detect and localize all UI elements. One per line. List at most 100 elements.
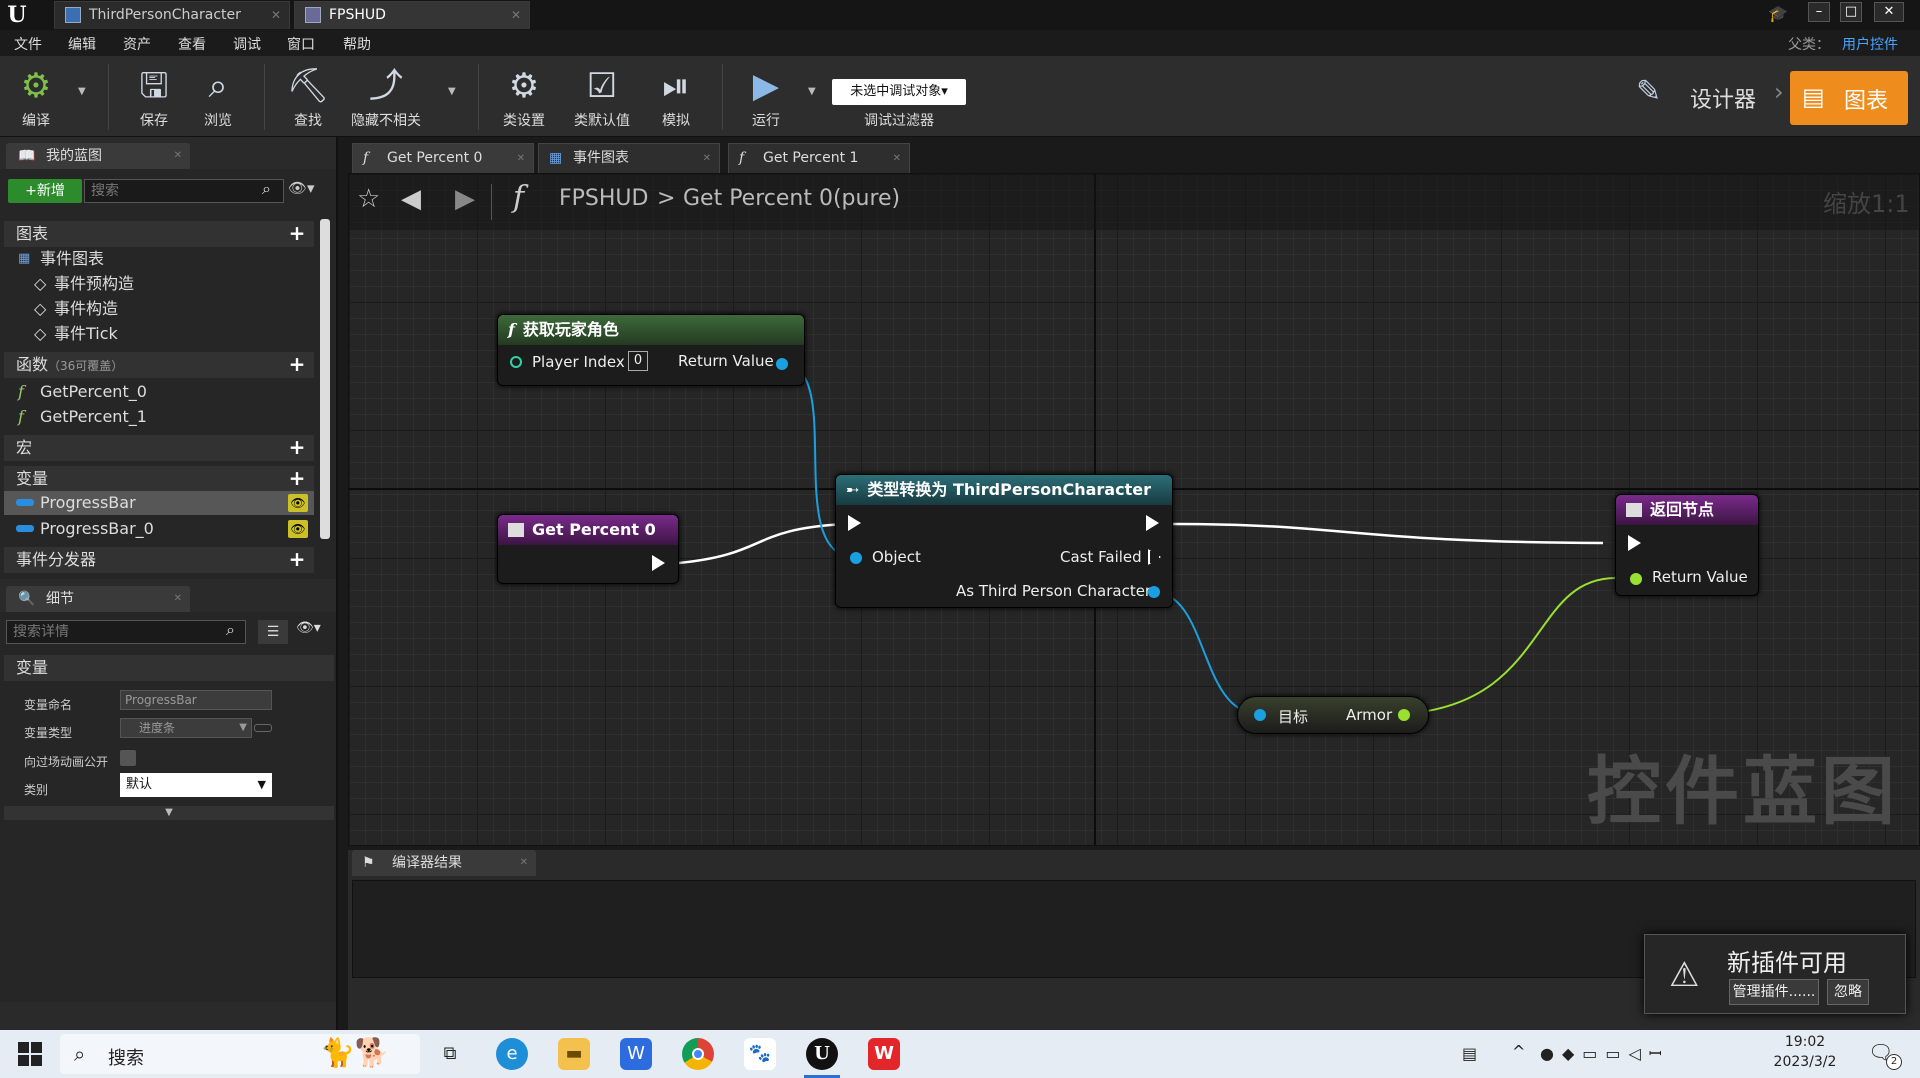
debug-object-dropdown[interactable]: 未选中调试对象▾ [832,79,966,105]
target-pin[interactable] [1254,709,1266,721]
add-icon[interactable]: + [286,437,308,459]
as-character-pin[interactable] [1148,586,1160,598]
function-item[interactable]: f GetPercent_0 [4,380,314,404]
find-button[interactable]: ⛏ 查找 [276,62,340,134]
variable-name-input[interactable]: ProgressBar [120,690,272,710]
file-explorer-icon[interactable]: ▬ [558,1038,590,1070]
add-icon[interactable]: + [286,468,308,490]
eye-icon[interactable]: 👁▾ [288,179,315,197]
close-icon[interactable]: ✕ [174,586,182,612]
section-variables[interactable]: 变量 + [4,466,314,492]
learn-icon[interactable]: 🎓 [1768,4,1788,23]
chevron-down-icon[interactable]: ▼ [448,86,456,97]
details-search-input[interactable]: 搜索详情 [6,620,246,644]
player-index-pin[interactable] [510,356,522,368]
task-view-icon[interactable]: ⧉ [434,1038,466,1070]
class-defaults-button[interactable]: ☑ 类默认值 [566,62,638,134]
list-view-icon[interactable]: ☰ [258,620,288,644]
close-icon[interactable]: ✕ [271,2,281,29]
return-value-pin[interactable] [776,358,788,370]
node-header[interactable]: 返回节点 [1616,495,1758,525]
player-index-input[interactable]: 0 [628,351,648,371]
parent-class-link[interactable]: 用户控件 [1842,34,1898,54]
event-item[interactable]: ◇ 事件Tick [4,322,314,346]
scrollbar[interactable] [320,219,330,539]
node-cast[interactable]: ➸ 类型转换为 ThirdPersonCharacter Object Cast … [835,474,1173,608]
exec-in-pin[interactable] [1628,535,1641,551]
event-item[interactable]: ◇ 事件预构造 [4,272,314,296]
exec-out-pin[interactable] [1146,515,1159,531]
close-icon[interactable]: ✕ [174,143,182,169]
taskbar-search[interactable]: ⌕ 搜索 🐈🐕 [60,1034,420,1074]
event-graph-item[interactable]: ▦ 事件图表 [4,247,314,271]
section-graphs[interactable]: 图表 + [4,221,314,247]
wps-writer-icon[interactable]: W [620,1038,652,1070]
section-dispatchers[interactable]: 事件分发器 + [4,547,314,573]
save-button[interactable]: 🖫 保存 [122,62,186,134]
event-item[interactable]: ◇ 事件构造 [4,297,314,321]
clock-time[interactable]: 19:02 [1760,1034,1850,1050]
menu-help[interactable]: 帮助 [343,34,371,54]
unreal-logo-icon[interactable]: U [4,2,30,28]
windows-start-icon[interactable] [18,1042,42,1066]
object-pin[interactable] [850,552,862,564]
section-macros[interactable]: 宏 + [4,435,314,461]
class-settings-button[interactable]: ⚙ 类设置 [492,62,556,134]
tab-get-percent-1[interactable]: f Get Percent 1 ✕ [728,143,910,173]
add-icon[interactable]: + [286,223,308,245]
menu-file[interactable]: 文件 [14,34,42,54]
blueprint-graph[interactable]: ☆ ◀ ▶ f FPSHUD > Get Percent 0(pure) 缩放1… [348,173,1920,846]
armor-pin[interactable] [1398,709,1410,721]
run-button[interactable]: ▶ 运行 [734,62,798,134]
my-blueprint-tab[interactable]: 📖 我的蓝图 ✕ [6,143,190,169]
close-icon[interactable]: ✕ [517,144,525,173]
doc-tab-thirdperson[interactable]: ThirdPersonCharacter ✕ [54,1,290,29]
edge-browser-icon[interactable]: e [496,1038,528,1070]
maximize-button[interactable]: □ [1840,2,1862,22]
chevron-down-icon[interactable]: ▼ [808,86,816,97]
chevron-down-icon[interactable]: ▼ [78,86,86,97]
menu-asset[interactable]: 资产 [123,34,151,54]
close-icon[interactable]: ✕ [703,144,711,173]
tab-event-graph[interactable]: ▦ 事件图表 ✕ [538,143,720,173]
minimize-button[interactable]: – [1808,2,1830,22]
variable-item[interactable]: ProgressBar_0 👁 [4,517,314,541]
designer-mode-button[interactable]: 设计器 [1690,82,1756,114]
node-return[interactable]: 返回节点 Return Value [1615,494,1759,596]
close-icon[interactable]: ✕ [893,144,901,173]
exec-in-pin[interactable] [848,515,861,531]
ignore-button[interactable]: 忽略 [1827,979,1869,1005]
clock-date[interactable]: 2023/3/2 [1760,1054,1850,1070]
node-header[interactable]: f 获取玩家角色 [498,315,804,345]
tray-icons[interactable]: ●◆▭▭◁ꟷ [1540,1042,1670,1064]
details-tab[interactable]: 🔍 细节 ✕ [6,586,190,612]
cast-failed-pin[interactable] [1148,549,1161,565]
hide-unrelated-button[interactable]: ⤴ 隐藏不相关 [346,62,426,134]
visibility-eye-icon[interactable]: 👁 [288,494,308,512]
tab-get-percent-0[interactable]: f Get Percent 0 ✕ [352,143,534,173]
menu-window[interactable]: 窗口 [287,34,315,54]
close-icon[interactable]: ✕ [511,2,521,29]
wps-office-icon[interactable]: W [868,1038,900,1070]
designer-icon[interactable]: ✎ [1636,74,1661,109]
exec-out-pin[interactable] [652,555,665,571]
expand-advanced-icon[interactable]: ▼ [4,806,334,820]
node-header[interactable]: Get Percent 0 [498,515,678,545]
node-header[interactable]: ➸ 类型转换为 ThirdPersonCharacter [836,475,1172,505]
return-value-pin[interactable] [1630,573,1642,585]
graph-mode-button[interactable]: ▤ 图表 [1790,71,1908,125]
browse-button[interactable]: ⌕ 浏览 [186,62,250,134]
eye-icon[interactable]: 👁▾ [296,620,321,636]
node-armor-getter[interactable]: 目标 Armor [1237,696,1429,734]
compile-button[interactable]: ⚙ 编译 [4,62,68,134]
visibility-eye-icon[interactable]: 👁 [288,520,308,538]
details-section-variable[interactable]: 变量 [4,655,334,681]
menu-edit[interactable]: 编辑 [68,34,96,54]
keyboard-layout-icon[interactable]: ▤ [1462,1044,1477,1063]
container-type-icon[interactable] [254,724,272,732]
variable-item-selected[interactable]: ProgressBar 👁 [4,491,314,515]
close-window-button[interactable]: ✕ [1874,2,1904,22]
close-icon[interactable]: ✕ [520,850,528,876]
expose-cinematics-checkbox[interactable] [120,750,136,766]
add-icon[interactable]: + [286,354,308,376]
